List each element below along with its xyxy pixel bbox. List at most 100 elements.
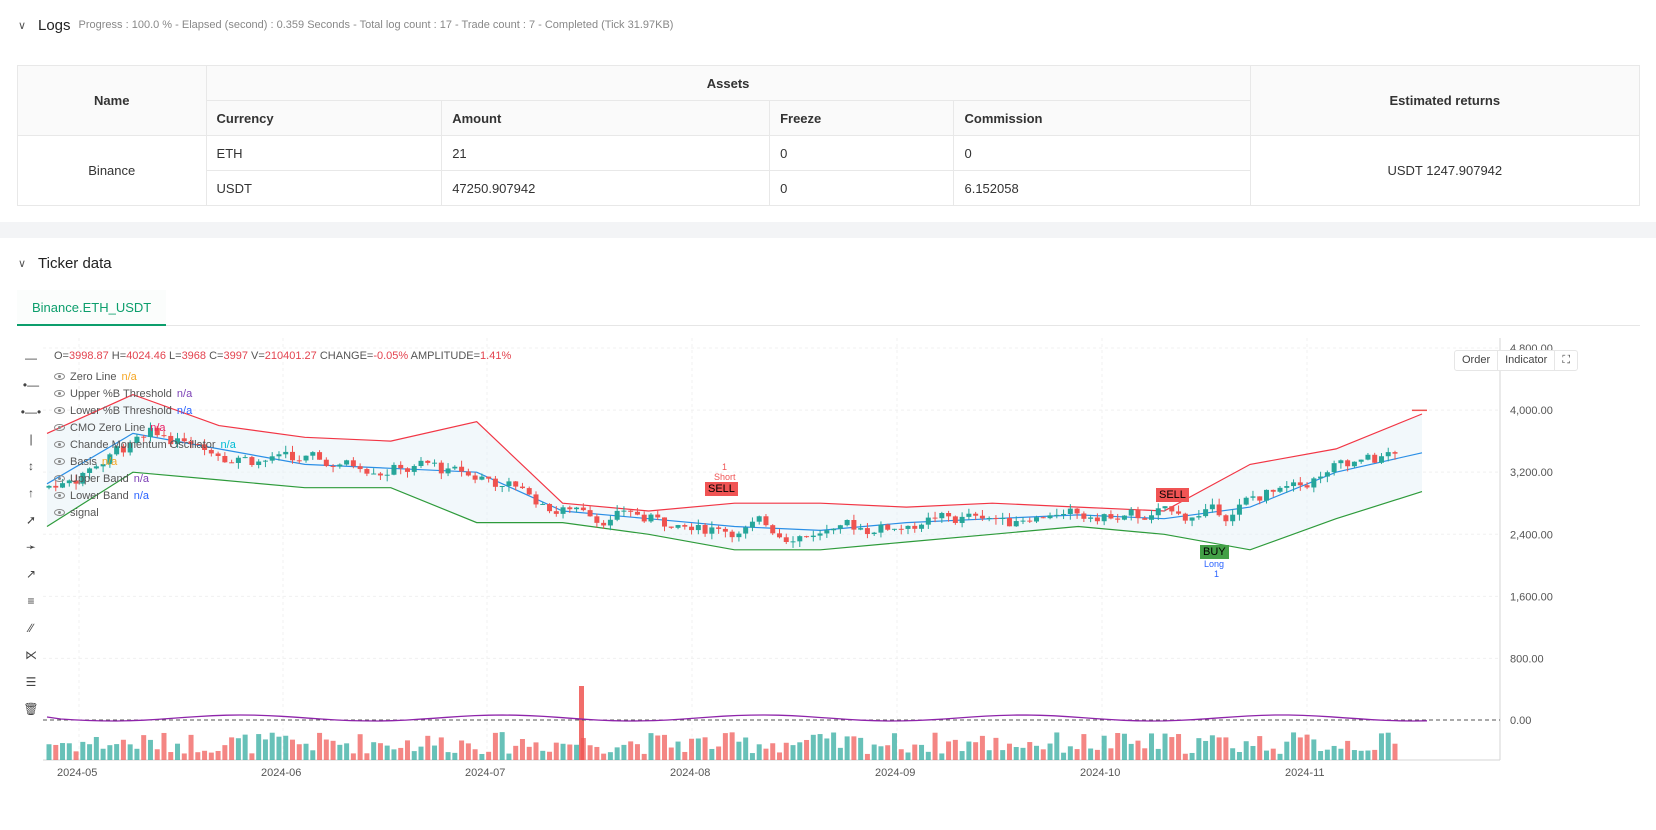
ticker-header[interactable]: ∨ Ticker data — [0, 238, 1656, 288]
volume-bar — [344, 743, 350, 760]
candle-body — [465, 471, 471, 476]
order-button[interactable]: Order — [1455, 351, 1497, 370]
candle-body — [289, 451, 295, 461]
legend-item[interactable]: Chande Momentum Oscillator n/a — [54, 436, 236, 453]
volume-bar — [519, 739, 525, 760]
volume-bar — [1047, 743, 1053, 760]
candle-body — [594, 516, 600, 523]
volume-bar — [235, 738, 241, 760]
volume-bar — [1385, 732, 1391, 760]
eye-icon[interactable] — [54, 509, 65, 516]
eye-icon[interactable] — [54, 492, 65, 499]
candle-body — [499, 485, 505, 487]
volume-bar — [1027, 742, 1033, 760]
volume-bar — [925, 751, 931, 760]
candle-body — [1338, 460, 1344, 464]
volume-bar — [885, 745, 891, 760]
candle-body — [695, 525, 701, 531]
eye-icon[interactable] — [54, 458, 65, 465]
indicator-button[interactable]: Indicator — [1497, 351, 1554, 370]
volume-bar — [587, 745, 593, 760]
volume-bar — [1000, 750, 1006, 760]
volume-bar — [168, 752, 174, 760]
volume-bar — [120, 739, 126, 760]
candle-body — [675, 525, 681, 528]
eye-icon[interactable] — [54, 441, 65, 448]
chevron-down-icon[interactable]: ∨ — [18, 19, 30, 32]
assets-header: Assets — [205, 65, 1251, 101]
volume-bar — [756, 744, 762, 760]
volume-bar — [114, 744, 120, 760]
legend-item[interactable]: Upper %B Threshold n/a — [54, 385, 236, 402]
volume-bar — [1345, 740, 1351, 760]
candle-body — [885, 524, 891, 530]
legend-item[interactable]: signal — [54, 504, 236, 521]
candle-body — [607, 519, 613, 526]
legend-item[interactable]: Basis n/a — [54, 453, 236, 470]
volume-bar — [73, 751, 79, 760]
volume-bar — [242, 734, 248, 760]
volume-bar — [87, 744, 93, 760]
fullscreen-icon[interactable]: ⛶ — [1554, 351, 1577, 370]
signal-sub: Long — [1204, 559, 1225, 569]
chart-area[interactable]: — •— •—• | ↕ ↑ ➚ ➛ ↗ ≡ ∕∕ ⋉ ☰ 🗑 4,800.00… — [17, 338, 1656, 830]
volume-bar — [499, 732, 505, 760]
volume-bar — [513, 745, 519, 760]
eye-icon[interactable] — [54, 475, 65, 482]
legend-item[interactable]: Upper Band n/a — [54, 470, 236, 487]
chart-controls: Order Indicator ⛶ — [1454, 350, 1579, 371]
volume-bar — [607, 752, 613, 760]
legend-item[interactable]: Zero Line n/a — [54, 368, 236, 385]
volume-bar — [770, 743, 776, 760]
volume-bar — [1209, 735, 1215, 760]
candle-body — [1088, 517, 1094, 519]
logs-header[interactable]: ∨ Logs Progress : 100.0 % - Elapsed (sec… — [0, 0, 1656, 50]
candle-body — [1203, 509, 1209, 517]
candle-body — [939, 513, 945, 519]
y-tick-label: 800.00 — [1510, 653, 1544, 665]
candle-body — [716, 527, 722, 529]
volume-bar — [154, 749, 160, 760]
volume-bar — [804, 739, 810, 760]
candle-body — [1020, 520, 1026, 522]
price-chart[interactable]: 4,800.004,000.003,200.002,400.001,600.00… — [17, 338, 1656, 830]
legend-item[interactable]: CMO Zero Line n/a — [54, 419, 236, 436]
candle-body — [1209, 504, 1215, 510]
estimated-returns-cell: USDT 1247.907942 — [1249, 135, 1641, 206]
chevron-down-icon[interactable]: ∨ — [18, 257, 30, 270]
volume-bar — [553, 742, 559, 760]
candle-body — [1169, 506, 1175, 512]
candle-body — [1182, 513, 1188, 521]
legend-item[interactable]: Lower %B Threshold n/a — [54, 402, 236, 419]
candle-body — [317, 452, 323, 460]
candle-body — [662, 517, 668, 527]
candle-body — [445, 468, 451, 474]
x-tick-label: 2024-06 — [261, 767, 301, 779]
candle-body — [858, 528, 864, 530]
eye-icon[interactable] — [54, 407, 65, 414]
volume-bar — [350, 753, 356, 760]
tab-eth-usdt[interactable]: Binance.ETH_USDT — [17, 290, 167, 326]
eye-icon[interactable] — [54, 390, 65, 397]
legend-item[interactable]: Lower Band n/a — [54, 487, 236, 504]
y-tick-label: 2,400.00 — [1510, 529, 1553, 541]
volume-bar — [831, 732, 837, 760]
eye-icon[interactable] — [54, 373, 65, 380]
volume-bar — [722, 733, 728, 760]
candle-body — [979, 515, 985, 519]
volume-bar — [486, 751, 492, 760]
volume-bar — [317, 732, 323, 760]
candle-body — [1304, 485, 1310, 488]
candle-body — [668, 526, 674, 528]
volume-bar — [655, 735, 661, 760]
candle-body — [898, 528, 904, 530]
x-tick-label: 2024-09 — [875, 767, 915, 779]
volume-bar — [60, 743, 66, 760]
volume-bar — [844, 736, 850, 760]
volume-bar — [1081, 734, 1087, 760]
volume-bar — [749, 753, 755, 760]
candle-body — [993, 517, 999, 519]
eye-icon[interactable] — [54, 424, 65, 431]
volume-bar — [418, 746, 424, 760]
volume-bar — [939, 753, 945, 760]
